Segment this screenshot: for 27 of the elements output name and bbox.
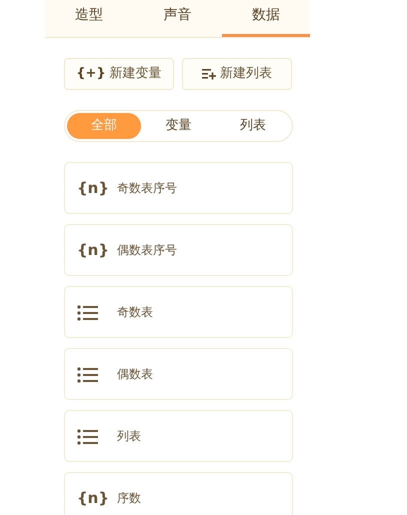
- item-name: 偶数表序号: [117, 242, 177, 259]
- variable-item[interactable]: {n} 序数: [64, 472, 293, 515]
- filter-tab[interactable]: 变量: [141, 113, 216, 139]
- variable-item[interactable]: {n} 奇数表序号: [64, 162, 293, 214]
- list-icon: [77, 304, 99, 322]
- add-list-icon: [202, 68, 216, 80]
- filter-tab[interactable]: 列表: [216, 113, 290, 139]
- item-name: 奇数表序号: [117, 180, 177, 197]
- new-list-button[interactable]: 新建列表: [182, 58, 292, 90]
- tab[interactable]: 造型: [45, 0, 134, 37]
- tab[interactable]: 数据: [222, 0, 310, 37]
- list-icon: [77, 428, 99, 446]
- item-name: 列表: [117, 428, 141, 445]
- list-icon: [77, 366, 99, 384]
- item-name: 偶数表: [117, 366, 153, 383]
- variable-icon: {n}: [77, 176, 105, 200]
- add-variable-icon: {+}: [76, 64, 106, 84]
- list-item[interactable]: 偶数表: [64, 348, 293, 400]
- item-name: 奇数表: [117, 304, 153, 321]
- list-item[interactable]: 奇数表: [64, 286, 293, 338]
- variable-item[interactable]: {n} 偶数表序号: [64, 224, 293, 276]
- new-variable-button[interactable]: {+} 新建变量: [64, 58, 174, 90]
- tab[interactable]: 声音: [133, 0, 222, 37]
- variable-icon: {n}: [77, 486, 105, 510]
- item-name: 序数: [117, 490, 141, 507]
- list-item[interactable]: 列表: [64, 410, 293, 462]
- variable-icon: {n}: [77, 238, 105, 262]
